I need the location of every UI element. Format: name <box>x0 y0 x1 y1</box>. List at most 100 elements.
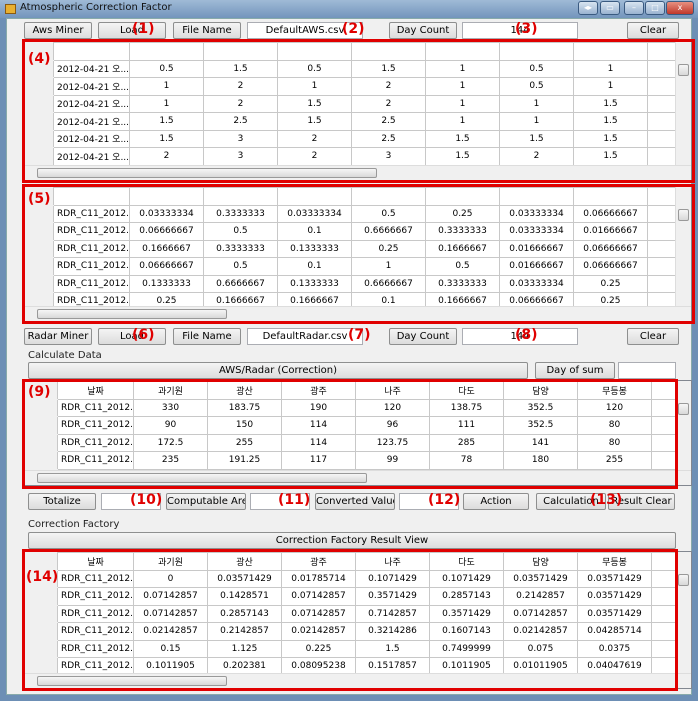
horizontal-scrollbar[interactable] <box>25 306 691 321</box>
row-header[interactable] <box>25 433 58 452</box>
column-header[interactable] <box>129 187 204 206</box>
value-cell[interactable]: 2 <box>499 147 574 166</box>
value-cell[interactable]: 120 <box>577 398 652 417</box>
close-button[interactable]: x <box>666 1 694 15</box>
column-header[interactable] <box>53 187 130 206</box>
table-row[interactable]: RDR_C11_2012... 330 183.75 190 120 138.75 352.… <box>25 398 691 417</box>
table-row[interactable]: RDR_C11_2012... 0 0.03571429 0.01785714 0.10… <box>25 569 691 588</box>
value-cell[interactable]: 0.01666667 <box>499 239 574 258</box>
column-header[interactable] <box>499 42 574 61</box>
value-cell[interactable]: 0.06666667 <box>573 239 648 258</box>
day-of-sum-button[interactable]: Day of sum <box>535 362 615 379</box>
column-header[interactable] <box>425 187 500 206</box>
value-cell[interactable]: 0.6666667 <box>351 222 426 241</box>
scroll-thumb[interactable] <box>37 168 377 178</box>
value-cell[interactable]: 2.5 <box>351 112 426 131</box>
value-cell[interactable]: 0.1333333 <box>277 239 352 258</box>
value-cell[interactable]: 1 <box>425 77 500 96</box>
value-cell[interactable]: 0.0375 <box>577 639 652 658</box>
value-cell[interactable]: 1 <box>425 112 500 131</box>
value-cell[interactable]: 0.01785714 <box>281 569 356 588</box>
table-row[interactable]: RDR_C11_2012... 0.06666667 0.5 0.1 0.6666667… <box>25 222 688 241</box>
value-cell[interactable]: 0.1071429 <box>355 569 430 588</box>
date-cell[interactable]: 2012-04-21 오... <box>53 94 130 113</box>
correction-result-view-header[interactable]: Correction Factory Result View <box>28 532 676 549</box>
value-cell[interactable]: 0.03333334 <box>277 204 352 223</box>
day-of-sum-field[interactable] <box>618 362 676 379</box>
value-cell[interactable]: 0.075 <box>503 639 578 658</box>
value-cell[interactable]: 123.75 <box>355 433 430 452</box>
value-cell[interactable]: 117 <box>281 451 356 470</box>
row-header[interactable] <box>25 416 58 435</box>
scroll-thumb[interactable] <box>678 574 689 586</box>
date-cell[interactable]: RDR_C11_2012... <box>57 569 134 588</box>
aws-data-grid[interactable]: 2012-04-21 오... 0.5 1.5 0.5 1.5 1 0.5 1 2012-04-… <box>24 41 692 181</box>
column-header[interactable]: 과기원 <box>133 381 208 400</box>
value-cell[interactable]: 1 <box>129 94 204 113</box>
value-cell[interactable]: 0.5 <box>351 204 426 223</box>
value-cell[interactable]: 172.5 <box>133 433 208 452</box>
value-cell[interactable]: 1.5 <box>499 129 574 148</box>
vertical-scrollbar[interactable] <box>675 187 691 306</box>
row-header-corner[interactable] <box>25 552 58 571</box>
aws-day-count-button[interactable]: Day Count <box>389 22 457 39</box>
value-cell[interactable]: 1 <box>499 112 574 131</box>
value-cell[interactable]: 0.1071429 <box>429 569 504 588</box>
value-cell[interactable]: 1 <box>573 77 648 96</box>
column-header[interactable] <box>53 42 130 61</box>
value-cell[interactable]: 0.07142857 <box>281 604 356 623</box>
column-header[interactable] <box>203 42 278 61</box>
value-cell[interactable]: 1.5 <box>573 94 648 113</box>
row-header[interactable] <box>25 112 54 131</box>
aws-file-name-button[interactable]: File Name <box>173 22 241 39</box>
column-header[interactable]: 과기원 <box>133 552 208 571</box>
vertical-scrollbar[interactable] <box>675 381 691 470</box>
value-cell[interactable]: 138.75 <box>429 398 504 417</box>
date-cell[interactable]: RDR_C11_2012... <box>57 398 134 417</box>
scroll-thumb[interactable] <box>37 473 367 483</box>
column-header[interactable] <box>499 187 574 206</box>
column-header[interactable]: 무등봉 <box>577 381 652 400</box>
value-cell[interactable]: 0.2142857 <box>207 622 282 641</box>
value-cell[interactable]: 0 <box>133 569 208 588</box>
scroll-thumb[interactable] <box>37 309 227 319</box>
restore-icon[interactable]: ▭ <box>600 1 620 15</box>
table-row[interactable]: RDR_C11_2012... 0.03333334 0.3333333 0.0333… <box>25 204 688 223</box>
value-cell[interactable]: 0.25 <box>351 239 426 258</box>
row-header[interactable] <box>25 274 54 293</box>
column-header[interactable]: 무등봉 <box>577 552 652 571</box>
value-cell[interactable]: 0.25 <box>425 204 500 223</box>
scroll-thumb[interactable] <box>678 209 689 221</box>
value-cell[interactable]: 330 <box>133 398 208 417</box>
value-cell[interactable]: 1.5 <box>425 129 500 148</box>
value-cell[interactable]: 0.03333334 <box>129 204 204 223</box>
value-cell[interactable]: 0.1666667 <box>425 239 500 258</box>
value-cell[interactable]: 0.5 <box>499 77 574 96</box>
value-cell[interactable]: 1.5 <box>277 94 352 113</box>
value-cell[interactable]: 96 <box>355 416 430 435</box>
value-cell[interactable]: 0.03571429 <box>577 569 652 588</box>
table-row[interactable]: 2012-04-21 오... 0.5 1.5 0.5 1.5 1 0.5 1 <box>25 59 688 78</box>
value-cell[interactable]: 352.5 <box>503 398 578 417</box>
column-header[interactable] <box>203 187 278 206</box>
aws-radar-correction-header[interactable]: AWS/Radar (Correction) <box>28 362 528 379</box>
value-cell[interactable]: 0.6666667 <box>351 274 426 293</box>
scroll-thumb[interactable] <box>37 676 227 686</box>
date-cell[interactable]: RDR_C11_2012... <box>53 239 130 258</box>
value-cell[interactable]: 0.1428571 <box>207 587 282 606</box>
value-cell[interactable]: 0.1333333 <box>129 274 204 293</box>
table-row[interactable]: RDR_C11_2012... 0.06666667 0.5 0.1 1 0.5 0.016… <box>25 257 688 276</box>
column-header[interactable] <box>351 42 426 61</box>
column-header[interactable] <box>351 187 426 206</box>
value-cell[interactable]: 2 <box>203 77 278 96</box>
row-header[interactable] <box>25 77 54 96</box>
value-cell[interactable]: 0.2857143 <box>429 587 504 606</box>
date-cell[interactable]: RDR_C11_2012... <box>53 204 130 223</box>
value-cell[interactable]: 0.06666667 <box>129 257 204 276</box>
vertical-scrollbar[interactable] <box>675 552 691 673</box>
value-cell[interactable]: 1.5 <box>355 639 430 658</box>
value-cell[interactable]: 190 <box>281 398 356 417</box>
value-cell[interactable]: 0.07142857 <box>503 604 578 623</box>
value-cell[interactable]: 80 <box>577 416 652 435</box>
row-header[interactable] <box>25 94 54 113</box>
